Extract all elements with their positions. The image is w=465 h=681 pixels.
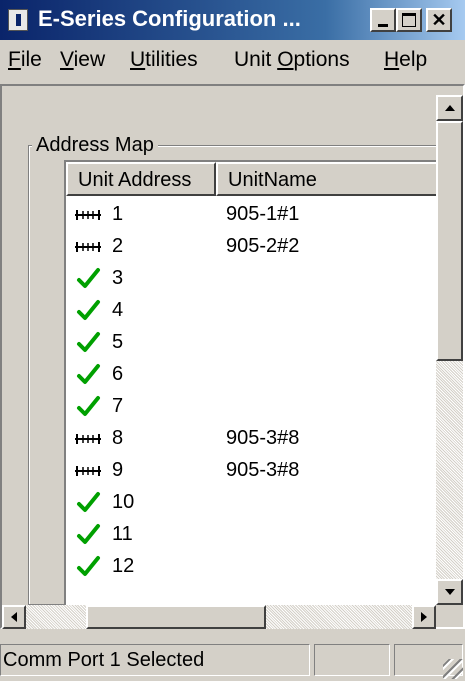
check-icon	[74, 330, 102, 356]
column-header-unit-address[interactable]: Unit Address	[66, 162, 216, 196]
check-icon	[74, 554, 102, 580]
scroll-left-icon	[11, 612, 17, 622]
minimize-icon	[378, 23, 388, 27]
ladder-icon	[74, 458, 102, 484]
close-button[interactable]: ✕	[426, 8, 452, 32]
unit-address-cell: 9	[112, 459, 124, 481]
vertical-scroll-thumb[interactable]	[436, 121, 463, 361]
group-label: Address Map	[32, 134, 158, 157]
window-title: E-Series Configuration ...	[38, 6, 301, 31]
check-icon	[74, 298, 102, 324]
unit-address-cell: 11	[112, 523, 133, 545]
scroll-left-button[interactable]	[2, 605, 26, 629]
vertical-scrollbar[interactable]	[436, 95, 463, 605]
close-icon: ✕	[431, 10, 447, 30]
address-list[interactable]: Unit Address UnitName 1 905-1#1 2 905-2#2 3 4…	[64, 160, 436, 610]
unit-address-cell: 7	[112, 395, 124, 417]
table-row[interactable]: 3	[66, 264, 436, 296]
resize-grip[interactable]	[443, 659, 463, 679]
unit-name-cell: 905-2#2	[226, 235, 300, 257]
unit-name-cell: 905-3#8	[226, 459, 300, 481]
scroll-down-icon	[444, 589, 455, 595]
unit-address-cell: 10	[112, 491, 135, 513]
status-text: Comm Port 1 Selected	[0, 644, 310, 676]
table-row[interactable]: 12	[66, 552, 436, 584]
scroll-up-icon	[444, 105, 455, 111]
column-header-unitname[interactable]: UnitName	[216, 162, 436, 196]
unit-address-cell: 2	[112, 235, 124, 257]
minimize-button[interactable]	[370, 8, 396, 32]
menu-utilities[interactable]: Utilities	[130, 48, 198, 72]
status-pane-2	[314, 644, 390, 676]
unit-address-cell: 12	[112, 555, 135, 577]
check-icon	[74, 394, 102, 420]
app-icon[interactable]	[8, 9, 28, 31]
ladder-icon	[74, 202, 102, 228]
table-row[interactable]: 2 905-2#2	[66, 232, 436, 264]
menu-bar: File View Utilities Unit Options Help	[0, 40, 465, 80]
unit-address-cell: 5	[112, 331, 124, 353]
scroll-down-button[interactable]	[436, 579, 463, 605]
check-icon	[74, 522, 102, 548]
ladder-icon	[74, 426, 102, 452]
maximize-icon	[402, 13, 416, 27]
status-bar: Comm Port 1 Selected	[0, 640, 465, 681]
unit-address-cell: 4	[112, 299, 124, 321]
table-row[interactable]: 1 905-1#1	[66, 200, 436, 232]
check-icon	[74, 266, 102, 292]
scroll-right-icon	[421, 612, 427, 622]
unit-address-cell: 3	[112, 267, 124, 289]
unit-address-cell: 8	[112, 427, 124, 449]
menu-unit-options[interactable]: Unit Options	[234, 48, 350, 72]
table-row[interactable]: 5	[66, 328, 436, 360]
title-bar[interactable]: E-Series Configuration ... ✕	[0, 0, 465, 40]
horizontal-scroll-thumb[interactable]	[86, 605, 266, 629]
table-row[interactable]: 9 905-3#8	[66, 456, 436, 488]
scroll-right-button[interactable]	[412, 605, 436, 629]
horizontal-scrollbar[interactable]	[2, 605, 436, 629]
check-icon	[74, 362, 102, 388]
unit-name-cell: 905-3#8	[226, 427, 300, 449]
check-icon	[74, 490, 102, 516]
table-row[interactable]: 7	[66, 392, 436, 424]
table-row[interactable]: 4	[66, 296, 436, 328]
table-row[interactable]: 8 905-3#8	[66, 424, 436, 456]
table-row[interactable]: 11	[66, 520, 436, 552]
menu-help[interactable]: Help	[384, 48, 427, 72]
table-row[interactable]: 6	[66, 360, 436, 392]
table-row[interactable]: 10	[66, 488, 436, 520]
ladder-icon	[74, 234, 102, 260]
unit-address-cell: 1	[112, 203, 124, 225]
menu-file[interactable]: File	[8, 48, 42, 72]
scroll-up-button[interactable]	[436, 95, 463, 121]
menu-view[interactable]: View	[60, 48, 105, 72]
unit-address-cell: 6	[112, 363, 124, 385]
maximize-button[interactable]	[396, 8, 422, 32]
unit-name-cell: 905-1#1	[226, 203, 300, 225]
